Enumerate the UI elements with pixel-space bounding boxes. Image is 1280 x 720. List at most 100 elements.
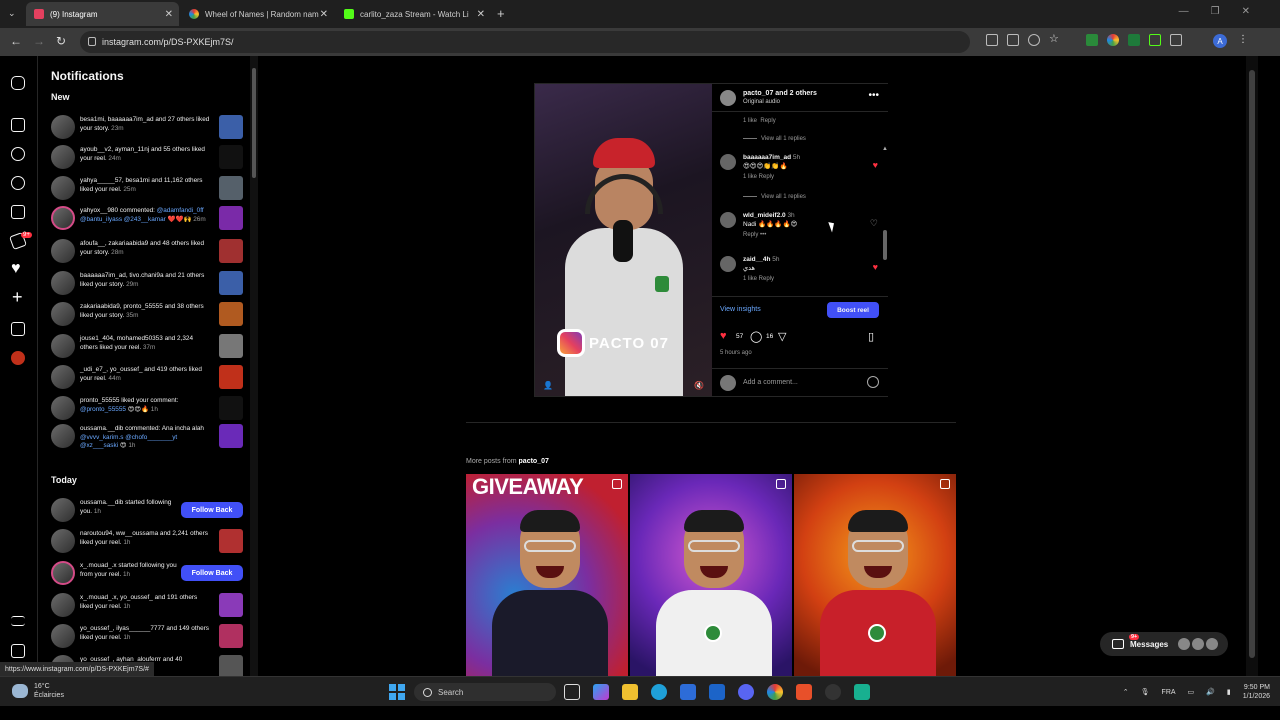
back-button[interactable]: ←	[10, 34, 22, 48]
comment-meta[interactable]: 1 like Reply	[743, 118, 776, 124]
brave-icon[interactable]	[796, 684, 812, 700]
post-audio[interactable]: Original audio	[743, 99, 780, 105]
search-icon[interactable]	[11, 147, 25, 161]
language-indicator[interactable]: FRA	[1162, 689, 1176, 696]
notification-row[interactable]: yahya_____57, besa1mi and 11,162 others …	[51, 175, 243, 203]
emoji-icon[interactable]	[867, 376, 879, 388]
close-icon[interactable]: ✕	[477, 9, 485, 20]
network-icon[interactable]: ▭	[1188, 688, 1195, 696]
extension-icon[interactable]	[1107, 34, 1119, 46]
avatar[interactable]	[51, 561, 75, 585]
notification-thumbnail[interactable]	[219, 529, 243, 553]
boost-reel-button[interactable]: Boost reel	[827, 302, 879, 318]
notification-row[interactable]: pronto_55555 liked your comment: @pronto…	[51, 395, 243, 423]
notification-thumbnail[interactable]	[219, 206, 243, 230]
instagram-logo-icon[interactable]	[11, 76, 25, 90]
tagged-user-icon[interactable]: 👤	[543, 381, 553, 390]
view-replies-link[interactable]: View all 1 replies	[743, 136, 806, 142]
home-icon[interactable]	[11, 118, 25, 132]
avatar[interactable]	[51, 145, 75, 169]
follow-back-button[interactable]: Follow Back	[181, 565, 243, 581]
file-explorer-icon[interactable]	[622, 684, 638, 700]
like-heart-icon[interactable]: ♥	[720, 330, 727, 342]
comment-icon[interactable]: ◯	[750, 330, 762, 343]
task-view-icon[interactable]	[564, 684, 580, 700]
maximize-icon[interactable]: ❐	[1211, 6, 1220, 17]
translate-icon[interactable]	[1007, 34, 1019, 46]
install-app-icon[interactable]	[986, 34, 998, 46]
notification-row[interactable]: _udi_e7_, yo_oussef_ and 419 others like…	[51, 364, 243, 392]
new-tab-button[interactable]: +	[497, 6, 505, 21]
notifications-scrollbar[interactable]	[250, 56, 258, 676]
more-post-thumbnail[interactable]: GIVEAWAY	[466, 474, 628, 676]
edge-icon[interactable]	[651, 684, 667, 700]
notification-row[interactable]: afoufa__, zakariaabida9 and 48 others li…	[51, 238, 243, 266]
extension-icon[interactable]	[1086, 34, 1098, 46]
clock[interactable]: 9:50 PM 1/1/2026	[1243, 683, 1270, 701]
threads-icon[interactable]	[11, 644, 25, 658]
notification-row[interactable]: yahyox__980 commented: @adamfandi_0ff @b…	[51, 205, 243, 233]
notification-thumbnail[interactable]	[219, 365, 243, 389]
notification-thumbnail[interactable]	[219, 302, 243, 326]
avatar[interactable]	[720, 212, 736, 228]
discord-icon[interactable]	[738, 684, 754, 700]
zoom-icon[interactable]	[1028, 34, 1040, 46]
address-bar[interactable]: instagram.com/p/DS-PXKEjm7S/	[80, 31, 970, 53]
extension-icon[interactable]	[1149, 34, 1161, 46]
avatar[interactable]	[51, 365, 75, 389]
avatar[interactable]	[51, 498, 75, 522]
avatar[interactable]	[720, 256, 736, 272]
notification-row[interactable]: besa1mi, baaaaaa7im_ad and 27 others lik…	[51, 114, 243, 142]
messages-pill[interactable]: 9+ Messages	[1100, 632, 1228, 656]
comment-username[interactable]: baaaaaa7im_ad 5h	[743, 154, 800, 161]
mute-icon[interactable]: 🔇	[694, 381, 704, 390]
weather-widget[interactable]: 16°C Éclaircies	[12, 682, 64, 700]
avatar[interactable]	[51, 334, 75, 358]
comment-meta[interactable]: 1 like Reply	[743, 276, 774, 282]
notification-row[interactable]: ayoub__v2, ayman_11nj and 55 others like…	[51, 144, 243, 172]
close-icon[interactable]: ✕	[320, 9, 328, 20]
extensions-puzzle-icon[interactable]	[1170, 34, 1182, 46]
comment-username[interactable]: zaid__4h 5h	[743, 256, 780, 263]
save-bookmark-icon[interactable]: ▯	[868, 330, 874, 343]
avatar[interactable]	[51, 396, 75, 420]
view-insights-link[interactable]: View insights	[720, 306, 761, 313]
reel-video[interactable]: PACTO 07 👤 🔇	[535, 84, 712, 396]
follow-back-button[interactable]: Follow Back	[181, 502, 243, 518]
profile-avatar-icon[interactable]	[11, 351, 25, 365]
notification-row[interactable]: oussama.__dib commented: Ana incha alah …	[51, 423, 243, 451]
volume-icon[interactable]: 🔊	[1206, 688, 1215, 696]
browser-menu-icon[interactable]: ⋮	[1238, 34, 1248, 45]
comment-like-icon[interactable]: ♥	[873, 160, 878, 170]
avatar[interactable]	[51, 529, 75, 553]
notification-thumbnail[interactable]	[219, 115, 243, 139]
avatar[interactable]	[51, 206, 75, 230]
avatar[interactable]	[51, 593, 75, 617]
tab-instagram[interactable]: (9) Instagram ✕	[26, 2, 179, 26]
notification-thumbnail[interactable]	[219, 145, 243, 169]
notification-row[interactable]: yo_oussef_, ilyas______7777 and 149 othe…	[51, 623, 243, 651]
share-icon[interactable]: ▽	[778, 330, 786, 343]
more-post-thumbnail[interactable]	[794, 474, 956, 676]
avatar[interactable]	[720, 154, 736, 170]
extension-icon[interactable]	[1128, 34, 1140, 46]
notification-row[interactable]: naroutou94, ww__oussama and 2,241 others…	[51, 528, 243, 556]
notification-thumbnail[interactable]	[219, 396, 243, 420]
more-posts-user-link[interactable]: pacto_07	[519, 458, 549, 465]
notification-thumbnail[interactable]	[219, 239, 243, 263]
avatar[interactable]	[720, 90, 736, 106]
close-window-icon[interactable]: ✕	[1242, 6, 1250, 17]
chrome-icon[interactable]	[767, 684, 783, 700]
windows-start-icon[interactable]	[389, 684, 405, 700]
bookmark-star-icon[interactable]: ☆	[1049, 34, 1061, 46]
notifications-heart-icon[interactable]	[11, 260, 25, 278]
obs-icon[interactable]	[825, 684, 841, 700]
add-comment-input[interactable]: Add a comment...	[743, 379, 798, 386]
avatar[interactable]	[51, 176, 75, 200]
tab-wheel-of-names[interactable]: Wheel of Names | Random nam ✕	[181, 4, 334, 24]
avatar[interactable]	[51, 424, 75, 448]
notification-thumbnail[interactable]	[219, 176, 243, 200]
microphone-icon[interactable]: 🎙	[1141, 688, 1150, 696]
avatar[interactable]	[51, 624, 75, 648]
battery-icon[interactable]: ▮	[1227, 688, 1231, 696]
